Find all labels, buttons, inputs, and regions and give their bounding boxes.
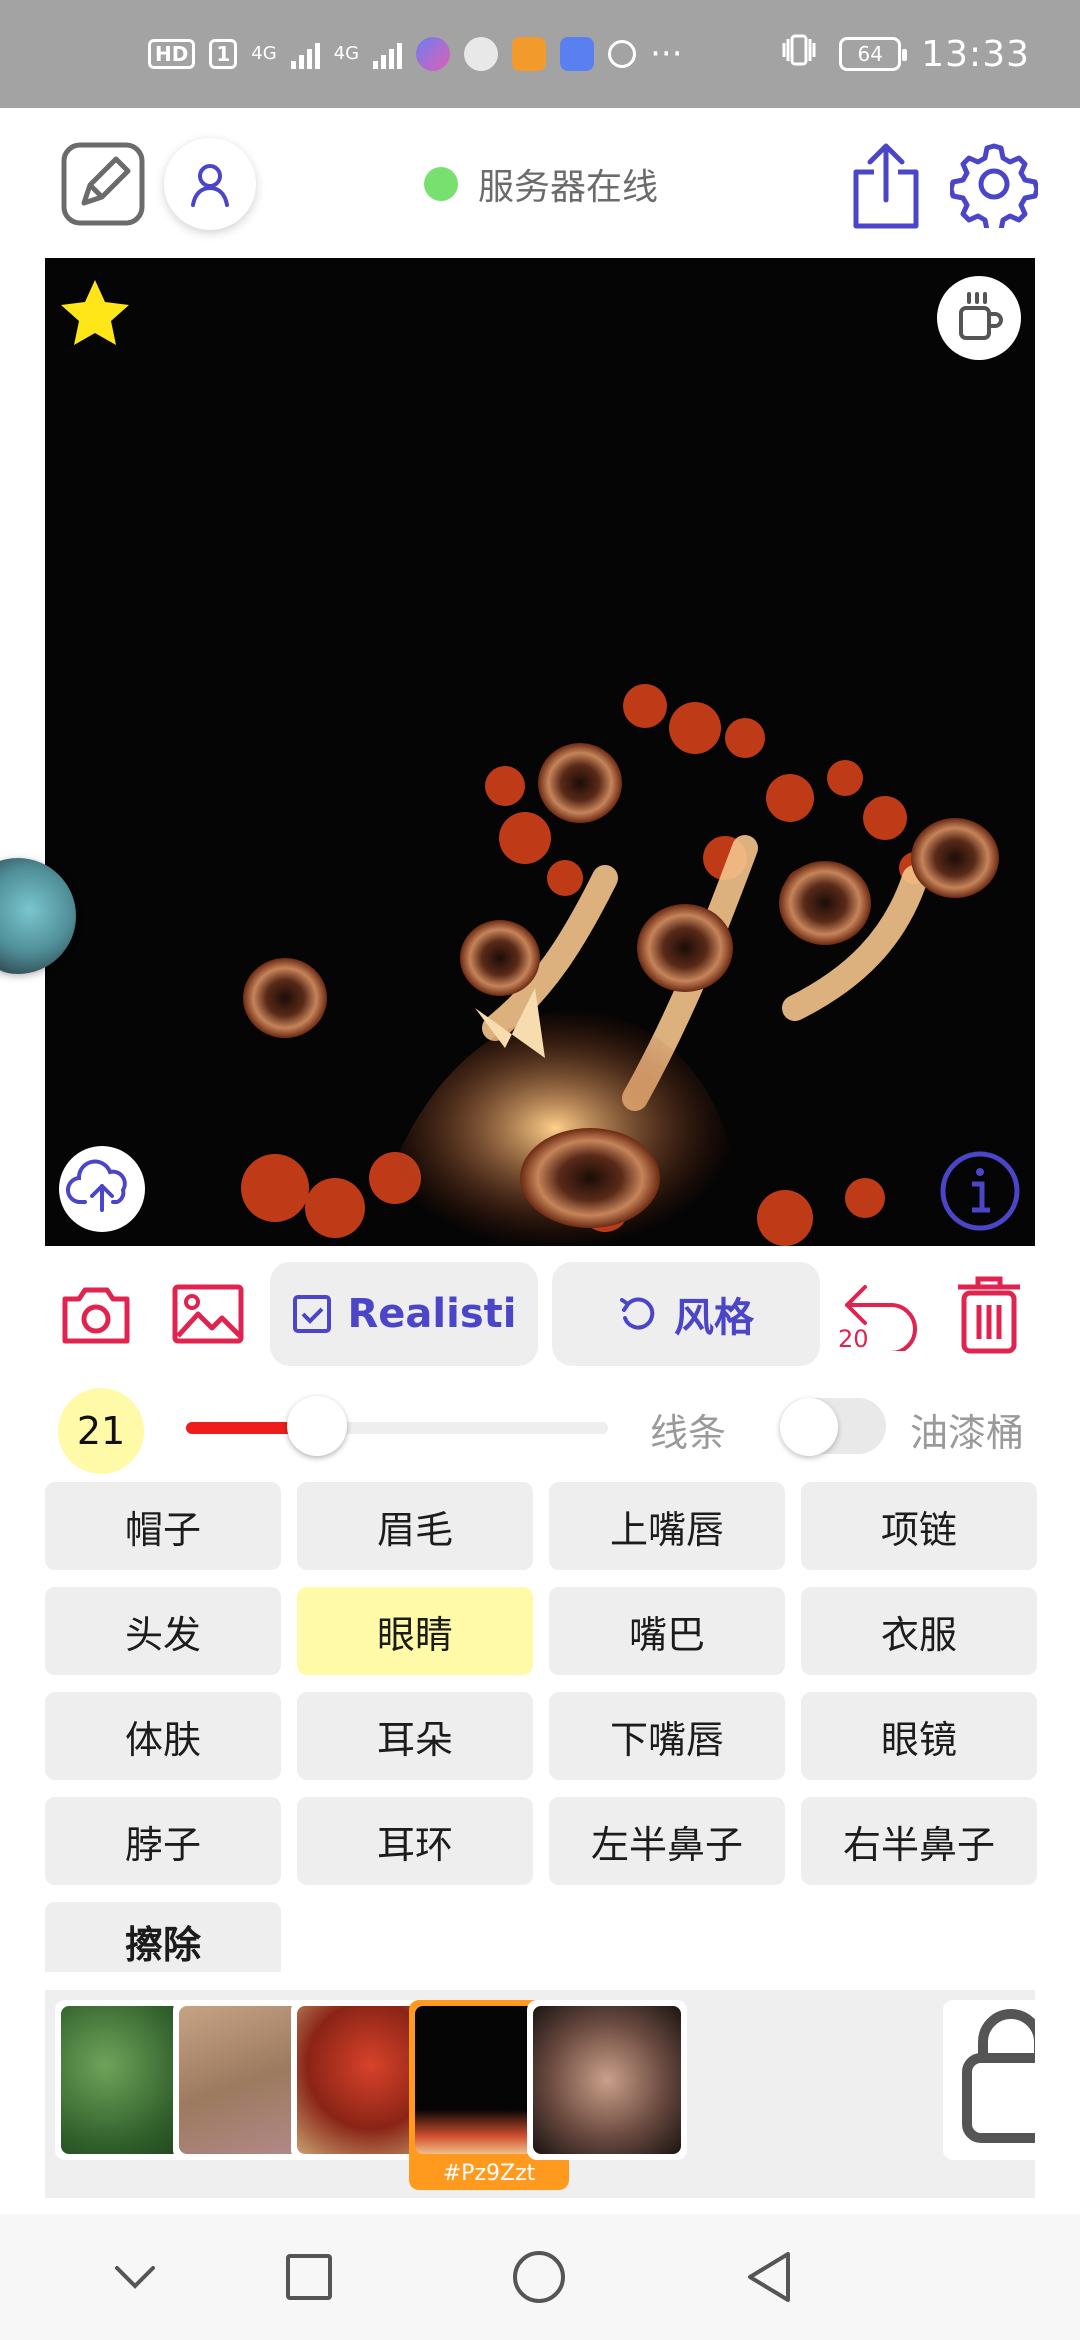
share-icon[interactable] [846,138,926,232]
part-button[interactable]: 衣服 [801,1587,1037,1675]
hd-badge: HD [148,39,196,69]
clock: 13:33 [921,33,1030,75]
part-button[interactable]: 左半鼻子 [549,1797,785,1885]
brush-slider-thumb[interactable] [286,1396,347,1456]
part-button[interactable]: 耳环 [297,1797,533,1885]
network-type: 4G [251,43,277,64]
user-icon[interactable] [164,138,256,230]
edit-icon[interactable] [60,141,146,227]
upload-cloud-icon[interactable] [59,1146,145,1232]
part-button[interactable]: 项链 [801,1482,1037,1570]
part-button[interactable]: 右半鼻子 [801,1797,1037,1885]
part-button[interactable]: 头发 [45,1587,281,1675]
undo-count: 20 [838,1325,869,1353]
brush-size-badge: 21 [58,1388,144,1474]
part-button[interactable]: 下嘴唇 [549,1692,785,1780]
more-notifications-icon: ··· [650,34,683,74]
network-type-2: 4G [333,43,360,64]
app-header: 服务器在线 [0,108,1080,258]
drawing-canvas[interactable] [45,258,1035,1246]
part-button[interactable]: 眉毛 [297,1482,533,1570]
star-icon[interactable] [57,276,133,352]
line-mode-label: 线条 [650,1411,727,1455]
image-gallery-icon[interactable] [170,1278,246,1350]
info-icon[interactable] [939,1150,1021,1232]
music-app-icon [560,37,595,71]
history-thumbnail-strip: #Pz9Zzt [45,1990,1035,2198]
paint-bucket-label: 油漆桶 [910,1411,1025,1455]
trash-icon[interactable] [952,1272,1026,1356]
part-button[interactable]: 耳朵 [297,1692,533,1780]
part-button[interactable]: 眼睛 [297,1587,533,1675]
generated-image [45,258,1035,1246]
camera-icon[interactable] [56,1280,136,1350]
video-app-icon [512,37,547,71]
toggle-knob[interactable] [780,1398,838,1456]
chevron-down-icon[interactable] [102,2244,168,2310]
thumbnail-tag: #Pz9Zzt [442,2161,536,2186]
realistic-mode-button[interactable]: Realisti [270,1262,538,1366]
system-nav-bar [0,2214,1080,2340]
locked-thumbnail[interactable] [943,2000,1035,2160]
history-thumbnail[interactable] [527,2000,687,2160]
erase-button[interactable]: 擦除 [45,1902,281,1972]
server-status: 服务器在线 [424,158,658,210]
refresh-icon [620,1297,655,1330]
signal-icon [290,39,320,69]
signal-icon-2 [373,39,403,69]
part-button[interactable]: 眼镜 [801,1692,1037,1780]
part-button[interactable]: 帽子 [45,1482,281,1570]
checkbox-icon [292,1295,331,1333]
coffee-cup-icon[interactable] [937,276,1021,360]
part-button[interactable]: 体肤 [45,1692,281,1780]
thumbnail-image [533,2006,681,2154]
cloud-app-icon [608,40,637,68]
server-status-label: 服务器在线 [478,167,659,208]
part-button[interactable]: 脖子 [45,1797,281,1885]
back-triangle-icon[interactable] [736,2244,802,2310]
realistic-label: Realisti [347,1291,517,1337]
sim-badge: 1 [209,39,238,69]
app-notification-icon [416,37,451,71]
recent-apps-square-icon[interactable] [276,2244,342,2310]
vibrate-icon [779,33,819,76]
status-bar: HD 1 4G 4G ··· 64 13:33 [0,0,1080,108]
gear-icon[interactable] [950,140,1038,228]
home-circle-icon[interactable] [506,2244,572,2310]
status-dot [424,167,458,201]
lock-icon [962,2009,1035,2143]
part-button[interactable]: 嘴巴 [549,1587,785,1675]
action-toolbar: Realisti 风格 [0,1262,1080,1366]
style-label: 风格 [674,1295,754,1341]
app-notification-icon-2 [464,37,499,71]
style-button[interactable]: 风格 [552,1262,820,1366]
battery-icon: 64 [839,37,908,71]
part-button[interactable]: 上嘴唇 [549,1482,785,1570]
